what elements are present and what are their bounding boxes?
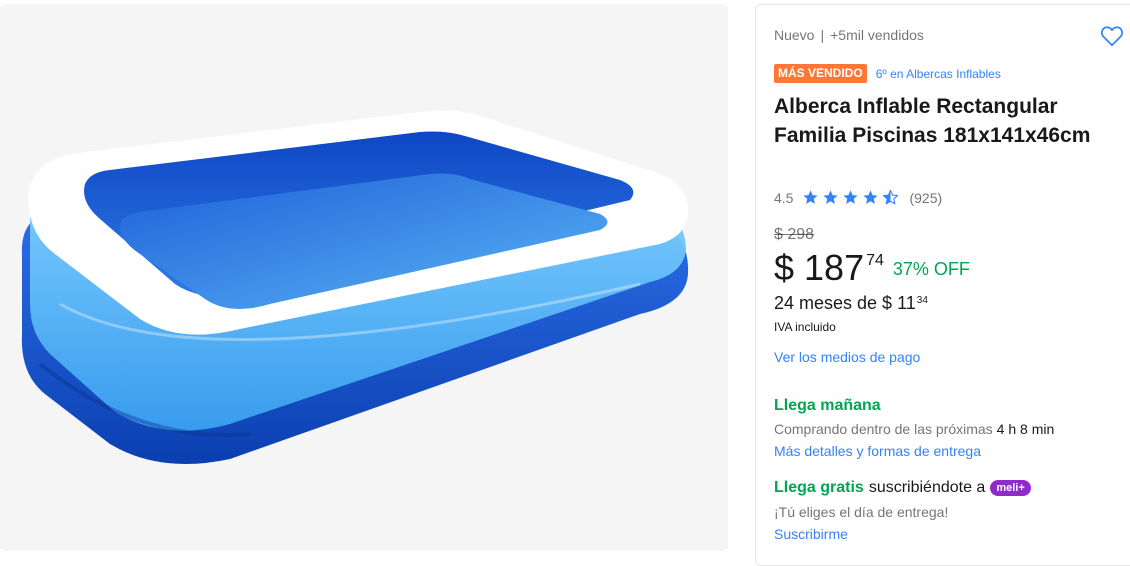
price-currency: $ [774,247,795,288]
rating-count: (925) [909,189,943,206]
price-amount: 187 [804,247,865,288]
subtitle-separator: | [820,27,825,43]
installments-cents: 34 [916,295,928,306]
rating-summary[interactable]: 4.5 (925) [774,189,942,206]
discount-label: 37% OFF [892,259,970,279]
favorite-button[interactable] [1099,23,1125,49]
delivery-details-link[interactable]: Más detalles y formas de entrega [774,443,981,459]
badge-row: MÁS VENDIDO 6º en Albercas Inflables [774,64,1001,83]
free-shipping-row: Llega gratis suscribiéndote a meli+ [774,479,1031,497]
original-price: $ 298 [774,226,815,243]
best-seller-badge: MÁS VENDIDO [774,64,867,83]
product-info-panel: Nuevo | +5mil vendidos MÁS VENDIDO 6º en A… [755,4,1130,566]
delivery-eta: Llega mañana [774,397,881,414]
sold-count: +5mil vendidos [830,27,924,43]
installments-info: 24 meses de $ 11 34 [774,293,928,314]
current-price: $ 187 74 37% OFF [774,243,970,293]
rating-value: 4.5 [774,189,794,206]
heart-outline-icon [1100,26,1124,47]
star-half-icon [883,189,899,205]
delivery-countdown: 4 h 8 min [996,421,1055,437]
condition-label: Nuevo [774,27,815,43]
product-image-gallery[interactable] [0,4,728,551]
price-cents: 74 [866,252,884,269]
product-subtitle: Nuevo | +5mil vendidos [774,27,924,43]
subscribe-link[interactable]: Suscribirme [774,526,848,542]
star-full-icon [823,190,839,204]
tax-note: IVA incluido [774,320,836,334]
free-shipping-text: suscribiéndote a [868,479,986,496]
free-shipping-label: Llega gratis [774,479,864,496]
installments-text: 24 meses de $ 11 [774,293,916,313]
meli-plus-badge: meli+ [990,480,1031,496]
star-full-icon [843,190,859,204]
rating-stars [802,189,899,206]
star-full-icon [863,190,879,204]
category-rank-link[interactable]: 6º en Albercas Inflables [876,67,1001,81]
choose-day-text: ¡Tú eliges el día de entrega! [774,504,949,520]
inflatable-pool-image [21,110,689,464]
product-title: Alberca Inflable Rectangular Familia Pis… [774,95,1091,147]
payment-methods-link[interactable]: Ver los medios de pago [774,349,920,365]
delivery-countdown-row: Comprando dentro de las próximas 4 h 8 mi… [774,421,1054,437]
star-full-icon [803,190,819,204]
delivery-countdown-label: Comprando dentro de las próximas [774,421,993,437]
